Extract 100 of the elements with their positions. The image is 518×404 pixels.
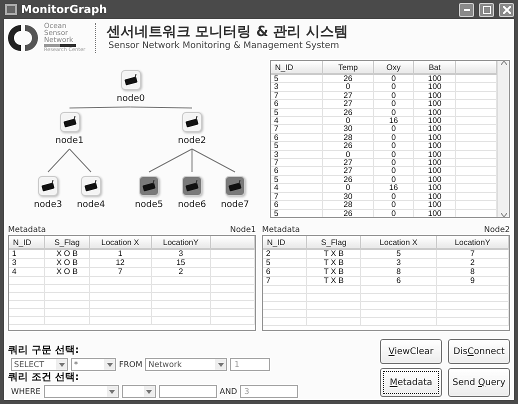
- column-dropdown[interactable]: *: [71, 358, 116, 371]
- table-cell: T X B: [306, 276, 361, 286]
- table-cell: 7: [263, 276, 307, 286]
- dropdown-arrow-icon[interactable]: [106, 362, 112, 366]
- minimize-button[interactable]: [459, 2, 474, 16]
- table-cell: 6: [271, 133, 322, 142]
- column-header[interactable]: N_ID: [263, 236, 307, 249]
- app-title: 센서네트워크 모니터링 & 관리 시스템: [106, 24, 348, 40]
- table-dropdown[interactable]: Network: [145, 358, 228, 371]
- column-header[interactable]: LocationY: [436, 236, 508, 249]
- condition-label: 쿼리 조건 선택:: [8, 372, 80, 384]
- table-cell: 0: [374, 150, 414, 159]
- table-cell: 100: [414, 133, 456, 142]
- scrollbar[interactable]: [497, 61, 509, 217]
- scroll-up-icon[interactable]: [500, 61, 506, 65]
- table-cell: T X B: [306, 268, 361, 276]
- table-cell: X O B: [44, 249, 90, 258]
- column-header[interactable]: Location X: [89, 236, 152, 249]
- action-button[interactable]: Send Query: [448, 368, 510, 397]
- action-button[interactable]: ViewClear: [380, 339, 442, 364]
- node-label: node6: [178, 200, 206, 210]
- column-header[interactable]: N_ID: [9, 236, 45, 249]
- logo-icon: [8, 22, 38, 52]
- table-cell: 26: [322, 108, 374, 117]
- table-cell: 5: [360, 249, 437, 258]
- table-cell: 7: [271, 192, 322, 201]
- query-label: 쿼리 구문 선택:: [8, 345, 80, 357]
- sensor-node[interactable]: [182, 176, 202, 196]
- condition-field[interactable]: [158, 385, 217, 398]
- table-cell: 0: [374, 200, 414, 209]
- table-cell: 3: [151, 249, 210, 258]
- table-cell: 0: [374, 142, 414, 150]
- table-cell: 3: [360, 258, 437, 268]
- sensor-node[interactable]: [81, 176, 101, 196]
- minimize-icon: [464, 8, 470, 10]
- sensor-node[interactable]: [139, 176, 159, 196]
- table-cell: 3: [271, 82, 322, 92]
- sensor-node[interactable]: [182, 112, 202, 132]
- node-label: node7: [220, 200, 250, 210]
- action-button[interactable]: Metadata: [380, 368, 442, 397]
- table-cell: 100: [414, 100, 456, 108]
- table-cell: 0: [374, 209, 414, 217]
- maximize-icon: [482, 6, 490, 14]
- table-cell: 6: [271, 200, 322, 209]
- table-cell: 4: [271, 116, 322, 125]
- node-name: Node1: [230, 225, 256, 235]
- connector-line: [48, 148, 70, 172]
- column-header[interactable]: Bat: [414, 61, 456, 74]
- table-cell: 5: [271, 108, 322, 117]
- table-cell: 0: [374, 91, 414, 100]
- column-header[interactable]: Location X: [360, 236, 437, 249]
- table-cell: 5: [271, 74, 322, 83]
- panel-title: Metadata: [262, 225, 300, 235]
- column-header[interactable]: S_Flag: [44, 236, 90, 249]
- dropdown-arrow-icon[interactable]: [109, 390, 116, 394]
- table-cell: 100: [414, 184, 456, 192]
- sensor-node[interactable]: [225, 176, 245, 196]
- table-cell: 0: [374, 100, 414, 108]
- column-header[interactable]: S_Flag: [306, 236, 361, 249]
- node-label: node3: [34, 200, 62, 210]
- table-cell: 5: [263, 258, 307, 268]
- action-button[interactable]: DisConnect: [448, 339, 510, 364]
- operator-dropdown[interactable]: [122, 385, 156, 398]
- table-cell: 15: [151, 258, 210, 268]
- dropdown-arrow-icon[interactable]: [218, 362, 224, 366]
- table-cell: 5: [271, 209, 322, 217]
- table-cell: 0: [374, 158, 414, 167]
- table-cell: 0: [322, 184, 374, 192]
- table-cell: 5: [271, 175, 322, 184]
- table-cell: 0: [374, 108, 414, 117]
- connector-line: [69, 148, 92, 172]
- table-cell: 2: [151, 268, 210, 276]
- field-dropdown[interactable]: [44, 385, 119, 398]
- dropdown-arrow-icon[interactable]: [146, 390, 152, 394]
- sensor-node[interactable]: [38, 176, 58, 196]
- sensor-node[interactable]: [120, 70, 141, 90]
- dropdown-arrow-icon[interactable]: [58, 362, 64, 366]
- column-header[interactable]: LocationY: [151, 236, 210, 249]
- table-cell: 100: [414, 124, 456, 134]
- table-cell: 26: [322, 175, 374, 184]
- table-cell: T X B: [306, 258, 361, 268]
- node-label: node0: [116, 94, 145, 104]
- window-title: MonitorGraph: [21, 3, 108, 16]
- column-header[interactable]: N_ID: [271, 61, 322, 74]
- table-cell: 100: [414, 74, 456, 83]
- column-header[interactable]: Oxy: [374, 61, 414, 74]
- table-cell: 100: [414, 200, 456, 209]
- table-cell: T X B: [306, 249, 361, 258]
- column-header[interactable]: Temp: [322, 61, 374, 74]
- table-cell: 7: [271, 158, 322, 167]
- scroll-down-icon[interactable]: [500, 213, 506, 217]
- close-button[interactable]: [499, 2, 514, 16]
- sensor-node[interactable]: [60, 112, 80, 132]
- select-dropdown[interactable]: SELECT: [11, 358, 68, 371]
- table-cell: 1: [89, 249, 152, 258]
- from-label: FROM: [119, 360, 142, 369]
- table-cell: 100: [414, 175, 456, 184]
- maximize-button[interactable]: [479, 2, 494, 16]
- table-cell: 100: [414, 209, 456, 217]
- table-cell: 30: [322, 124, 374, 134]
